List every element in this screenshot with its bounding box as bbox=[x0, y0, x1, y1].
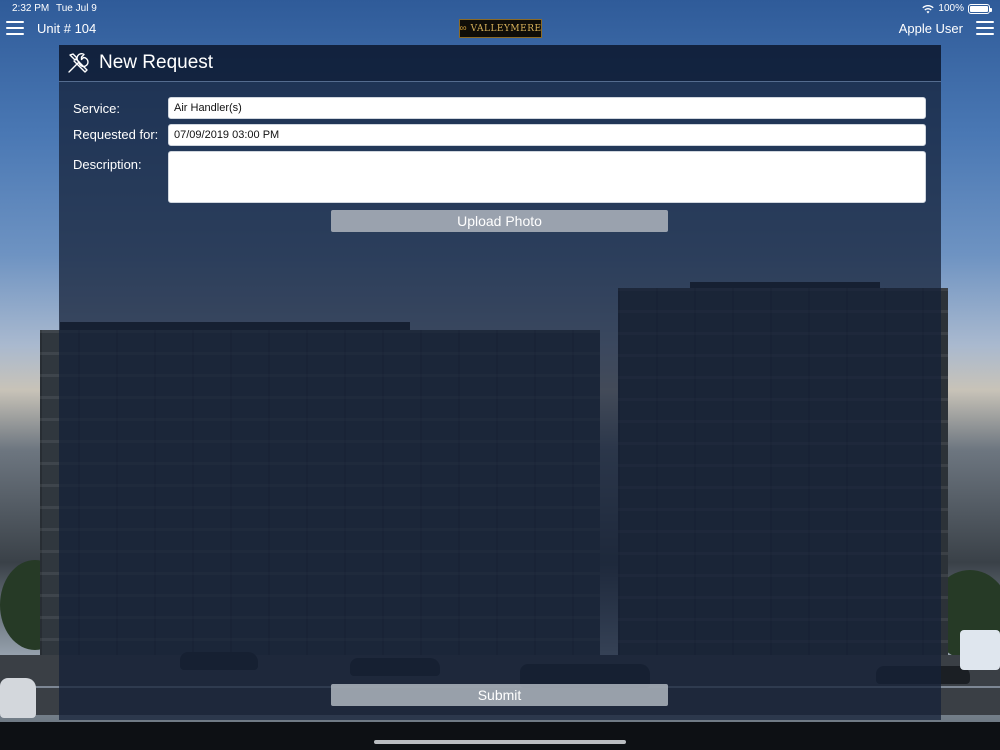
bottom-strip bbox=[0, 722, 1000, 750]
status-time: 2:32 PM bbox=[12, 3, 50, 14]
submit-button[interactable]: Submit bbox=[331, 684, 668, 706]
requested-for-label: Requested for: bbox=[73, 127, 159, 142]
logo-swirl-icon: ∞ bbox=[459, 23, 467, 34]
panel-header: New Request bbox=[59, 45, 941, 82]
car bbox=[0, 678, 36, 718]
battery-percent: 100% bbox=[938, 3, 964, 14]
new-request-panel: New Request Service: Air Handler(s) Requ… bbox=[59, 45, 941, 720]
requested-for-field[interactable]: 07/09/2019 03:00 PM bbox=[168, 124, 926, 146]
hamburger-menu-icon[interactable] bbox=[6, 21, 24, 35]
service-field[interactable]: Air Handler(s) bbox=[168, 97, 926, 119]
home-indicator[interactable] bbox=[374, 740, 626, 744]
description-label: Description: bbox=[73, 157, 142, 172]
status-right: 100% bbox=[922, 3, 992, 14]
page-title: New Request bbox=[99, 52, 214, 73]
upload-photo-button[interactable]: Upload Photo bbox=[331, 210, 668, 232]
nav-bar: Unit # 104 ∞ VALLEYMERE Apple User bbox=[0, 18, 1000, 42]
wifi-icon bbox=[922, 4, 935, 13]
valleymere-logo: ∞ VALLEYMERE bbox=[459, 19, 542, 38]
description-field[interactable] bbox=[168, 151, 926, 203]
bus bbox=[960, 630, 1000, 670]
user-name[interactable]: Apple User bbox=[899, 21, 963, 36]
logo-text: VALLEYMERE bbox=[470, 23, 542, 34]
tools-icon bbox=[68, 53, 89, 73]
status-bar: 2:32 PM Tue Jul 9 100% bbox=[0, 0, 1000, 18]
unit-label: Unit # 104 bbox=[37, 21, 97, 36]
battery-icon bbox=[968, 3, 992, 14]
status-date: Tue Jul 9 bbox=[56, 3, 97, 14]
user-menu-icon[interactable] bbox=[976, 21, 994, 35]
service-label: Service: bbox=[73, 101, 120, 116]
